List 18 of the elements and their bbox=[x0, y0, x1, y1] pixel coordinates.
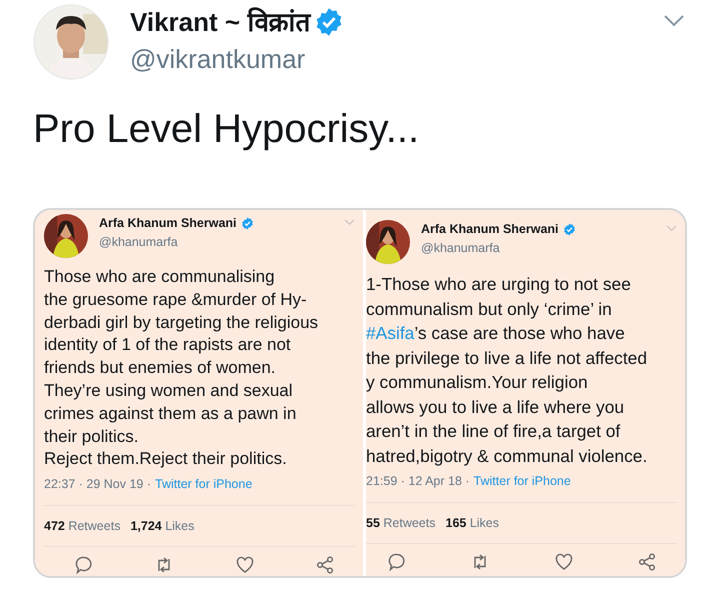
author-handle: @khanumarfa bbox=[421, 240, 501, 257]
tweet-text: Those who are communalising the gruesome rape &murder of Hy- derbadi girl by targeting the religious identity of 1 of the rapists are not friends but enemies of women. They’re using women and sexual crimes against them as a pawn in their politics. Reject them.Reject their politics. bbox=[44, 266, 320, 470]
author-name: Arfa Khanum Sherwani bbox=[421, 221, 559, 238]
timestamp: 21:59 · 12 Apr 18 · bbox=[366, 474, 470, 488]
author-name: Arfa Khanum Sherwani bbox=[99, 215, 237, 232]
author-handle: @vikrantkumar bbox=[130, 43, 306, 76]
author-name: Vikrant ~ विक्रांत bbox=[130, 6, 310, 39]
tweet-text: 1-Those who are urging to not see communalism but only ‘crime’ in #Asifa’s case are those who have the privilege to live a life not affected y communalism.Your religion allows you to live a life where you aren’t in the line of fire,a target of hatred,bigotry & communal violence. bbox=[366, 273, 648, 468]
author-handle: @khanumarfa bbox=[99, 234, 179, 251]
tweet-text: Pro Level Hypocrisy... bbox=[33, 106, 420, 153]
like-count: 165 Likes bbox=[446, 516, 500, 530]
hashtag-link[interactable]: #Asifa bbox=[366, 323, 414, 343]
timestamp: 22:37 · 29 Nov 19 · bbox=[44, 477, 152, 492]
retweet-count: 55 Retweets bbox=[366, 516, 436, 530]
like-count: 1,724 Likes bbox=[130, 519, 194, 534]
source-link[interactable]: Twitter for iPhone bbox=[155, 477, 252, 492]
retweet-count: 472 Retweets bbox=[44, 519, 120, 534]
source-link[interactable]: Twitter for iPhone bbox=[474, 474, 571, 488]
